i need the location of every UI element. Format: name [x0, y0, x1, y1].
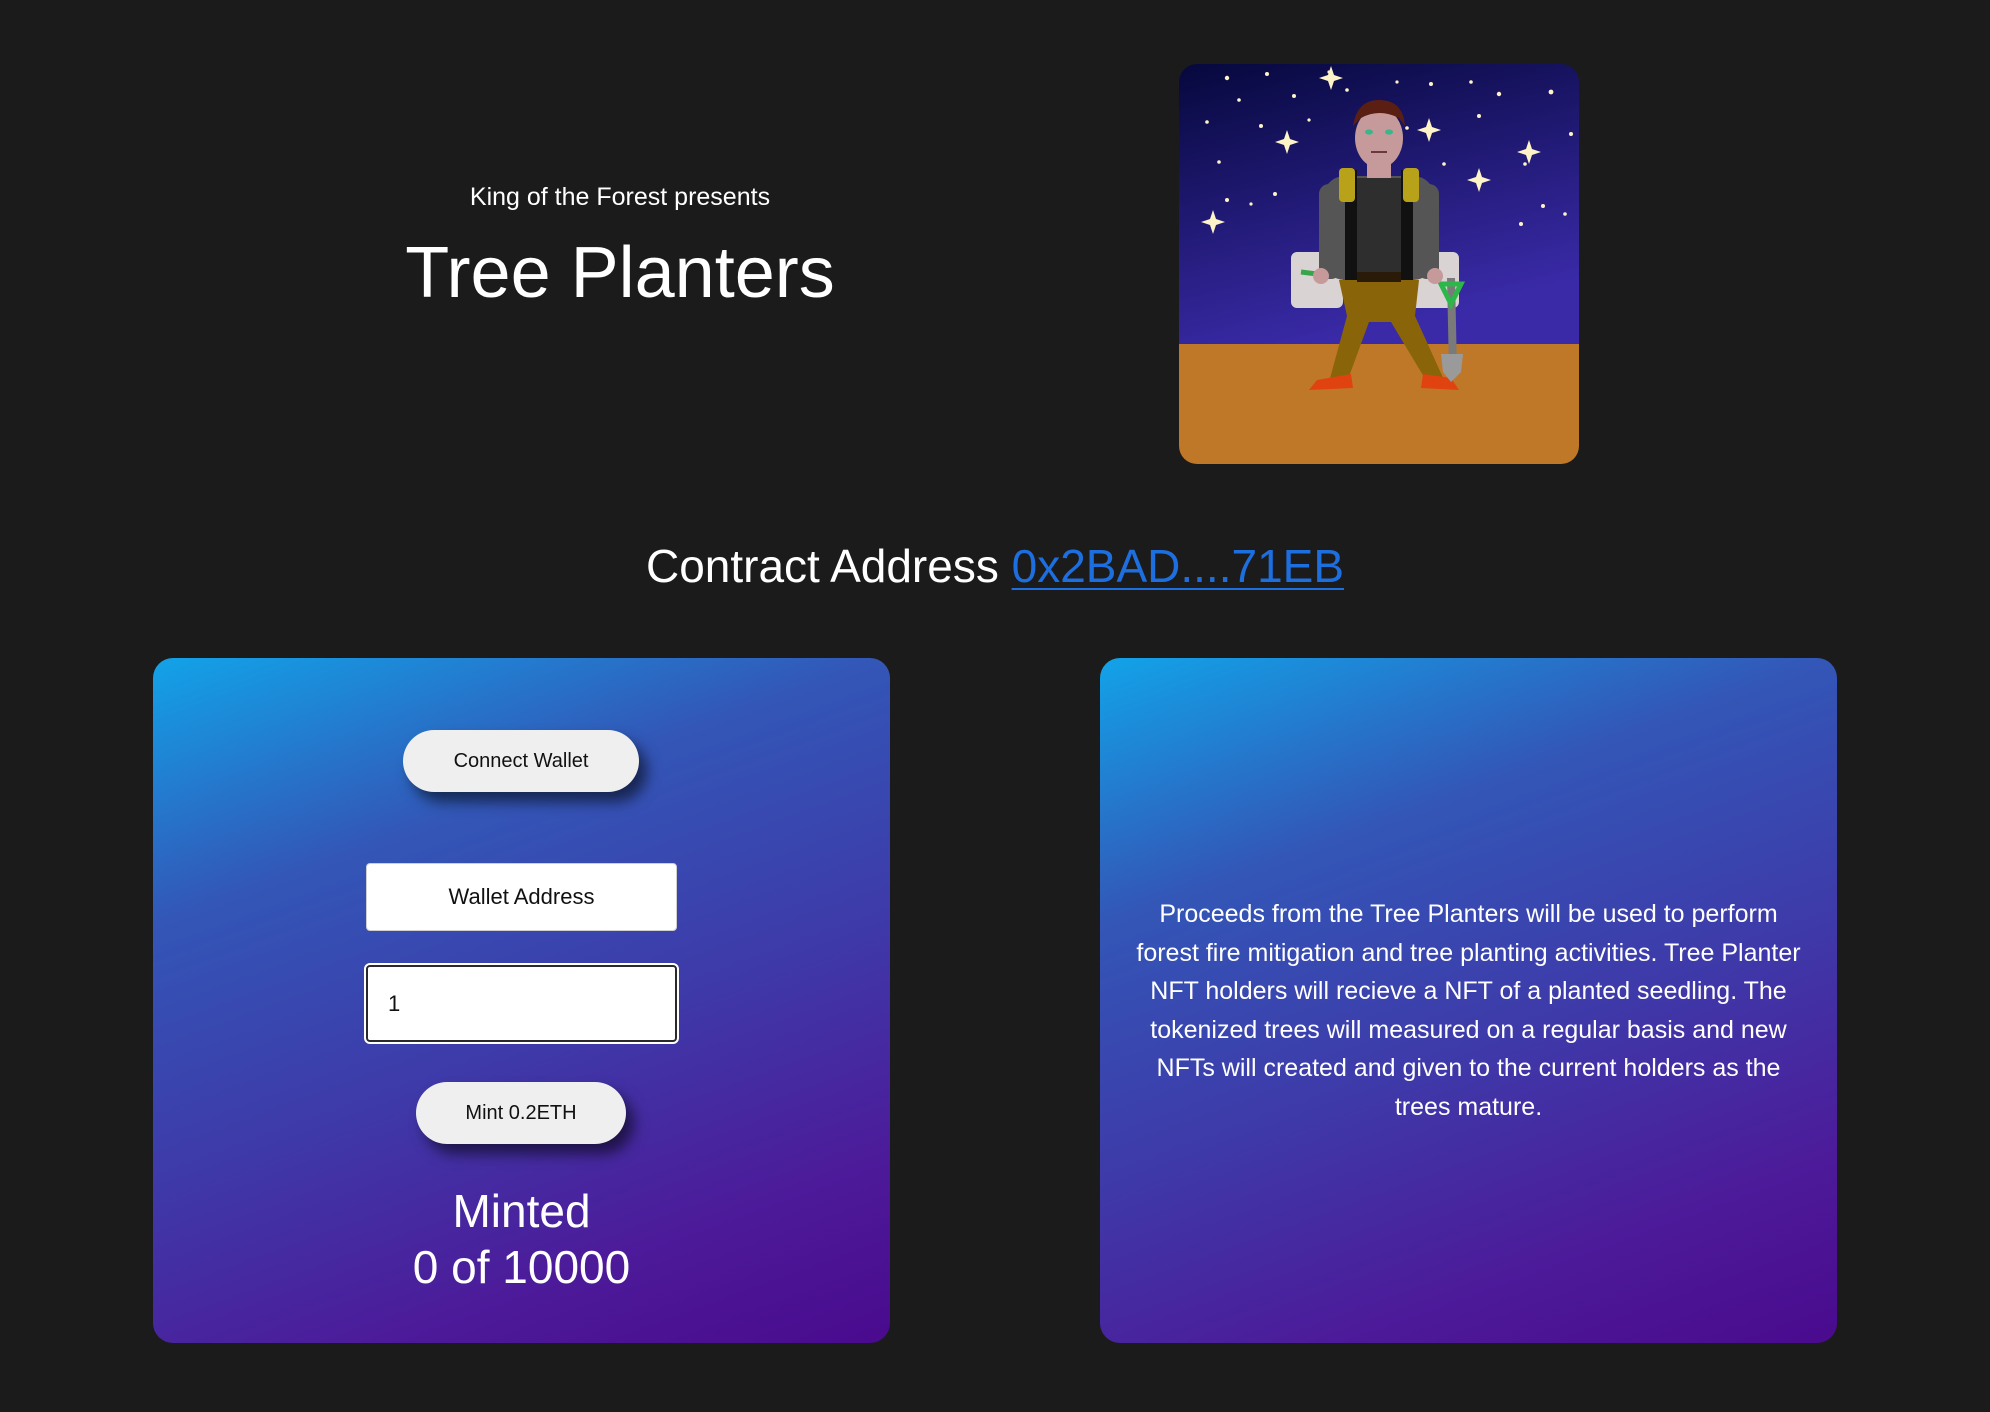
mint-quantity-input[interactable]: 1 — [364, 963, 679, 1044]
minted-counter: Minted 0 of 10000 — [153, 1183, 890, 1295]
hero-header: King of the Forest presents Tree Planter… — [300, 180, 940, 316]
nft-artwork — [1179, 64, 1579, 464]
wallet-address-field[interactable]: Wallet Address — [366, 863, 677, 931]
presents-subtitle: King of the Forest presents — [469, 183, 771, 211]
page-title: Tree Planters — [405, 233, 835, 313]
mint-button[interactable]: Mint 0.2ETH — [416, 1082, 626, 1144]
project-description: Proceeds from the Tree Planters will be … — [1136, 900, 1801, 1121]
contract-address-link[interactable]: 0x2BAD....71EB — [1012, 540, 1344, 592]
info-card: Proceeds from the Tree Planters will be … — [1100, 658, 1837, 1343]
contract-address-line: Contract Address 0x2BAD....71EB — [0, 536, 1990, 596]
connect-wallet-button[interactable]: Connect Wallet — [403, 730, 639, 792]
minted-count: 0 of 10000 — [412, 1241, 631, 1293]
contract-address-label: Contract Address — [645, 540, 999, 592]
tree-planter-character-illustration — [1179, 64, 1579, 464]
mint-card: Connect Wallet Wallet Address 1 Mint 0.2… — [153, 658, 890, 1343]
minted-label: Minted — [452, 1185, 591, 1237]
